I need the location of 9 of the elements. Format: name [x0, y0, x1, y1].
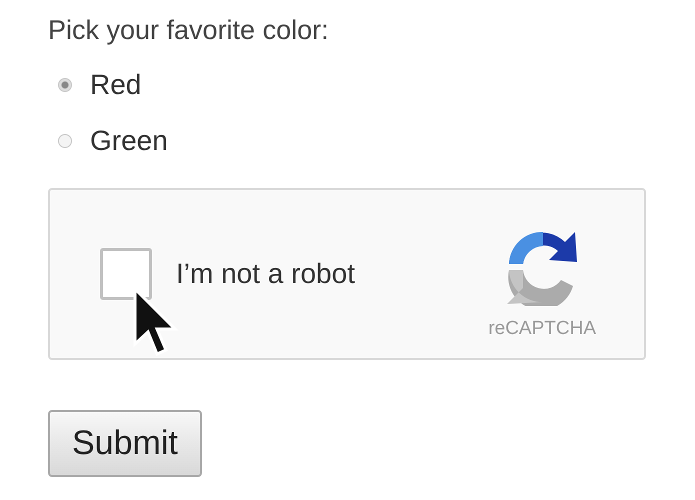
- captcha-label: I’m not a robot: [176, 258, 356, 290]
- question-text: Pick your favorite color:: [48, 14, 330, 47]
- recaptcha-brand: reCAPTCHA: [488, 318, 596, 340]
- radio-button[interactable]: [58, 78, 72, 92]
- submit-button[interactable]: Submit: [48, 410, 202, 477]
- radio-option[interactable]: Red: [58, 66, 695, 104]
- radio-option[interactable]: Green: [58, 122, 695, 160]
- captcha-checkbox[interactable]: [100, 248, 152, 300]
- radio-button[interactable]: [58, 134, 72, 148]
